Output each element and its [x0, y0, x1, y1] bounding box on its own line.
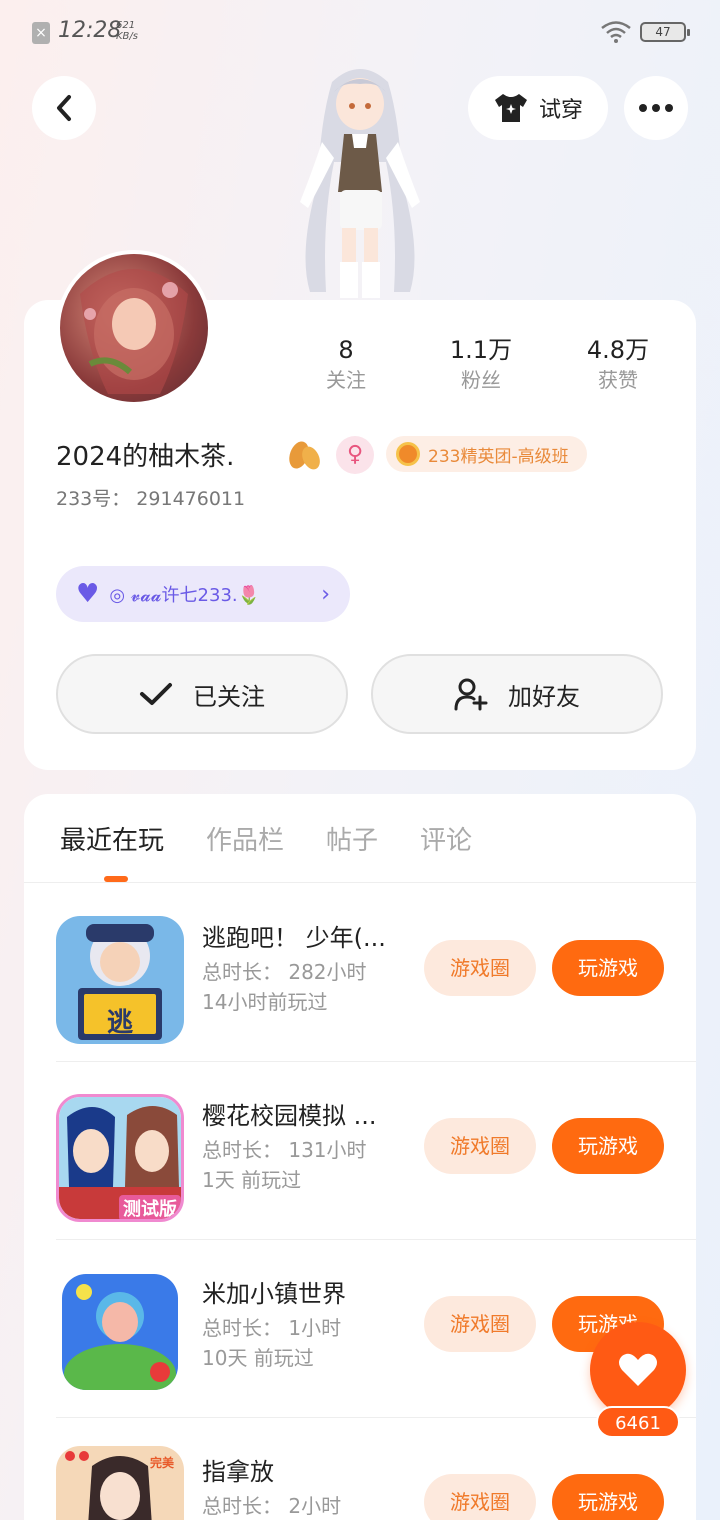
more-button[interactable] [624, 76, 688, 140]
try-on-button[interactable]: 试穿 [468, 76, 608, 140]
game-circle-button[interactable]: 游戏圈 [424, 1118, 536, 1174]
game-icon [62, 1274, 178, 1390]
list-item[interactable]: 逃 逃跑吧！ 少年(... 总时长： 282小时 14小时前玩过 游戏圈 玩游戏 [24, 884, 696, 1062]
add-user-icon [454, 678, 488, 711]
notification-x-icon: × [32, 22, 50, 44]
signature-text: ◎ 𝓿𝓪𝓪许七233.🌷 [109, 585, 261, 606]
stat-followers[interactable]: 1.1万 粉丝 [421, 334, 541, 394]
game-icon: 完美 [56, 1446, 184, 1520]
heart-icon: ♥ [76, 579, 100, 609]
stat-followers-label: 粉丝 [461, 368, 501, 392]
heart-icon [619, 1353, 657, 1386]
game-icon: 逃 [56, 916, 184, 1044]
rank-badge[interactable]: 233精英团-高级班 [386, 436, 587, 472]
check-icon [140, 683, 172, 705]
add-friend-button[interactable]: 加好友 [371, 654, 663, 734]
stat-following-label: 关注 [326, 368, 366, 392]
stat-likes-label: 获赞 [598, 368, 638, 392]
network-speed: 621 KB/s [116, 20, 138, 42]
battery-icon: 47 [640, 22, 690, 42]
game-title: 指拿放 [202, 1458, 274, 1486]
game-icon-text: 逃 [106, 1008, 133, 1038]
game-last-played: 10天 前玩过 [202, 1346, 314, 1370]
add-friend-label: 加好友 [508, 682, 580, 711]
tab-posts[interactable]: 帖子 [326, 820, 378, 860]
stat-likes[interactable]: 4.8万 获赞 [558, 334, 678, 394]
chevron-left-icon [57, 95, 71, 121]
network-speed-value: 621 [116, 20, 136, 31]
game-icon-text: 完美 [150, 1456, 175, 1470]
game-last-played: 1天 前玩过 [202, 1168, 302, 1192]
play-game-button[interactable]: 玩游戏 [552, 1474, 664, 1520]
follow-button[interactable]: 已关注 [56, 654, 348, 734]
username: 2024的柚木茶. [56, 442, 235, 472]
avatar-character-illustration [300, 69, 420, 298]
game-icon: 测试版 [56, 1094, 184, 1222]
like-count: 6461 [596, 1406, 680, 1438]
game-last-played: 14小时前玩过 [202, 990, 328, 1014]
try-on-label: 试穿 [538, 98, 583, 123]
back-button[interactable] [32, 76, 96, 140]
user-id: 233号： 291476011 [56, 488, 246, 510]
game-title: 逃跑吧！ 少年(... [202, 924, 386, 952]
profile-tabs: 最近在玩 作品栏 帖子 评论 [60, 820, 472, 860]
status-time: 12:28 [58, 18, 122, 43]
avatar-picture [80, 269, 188, 394]
play-game-button[interactable]: 玩游戏 [552, 940, 664, 996]
game-title: 樱花校园模拟 ... [202, 1102, 377, 1130]
game-circle-button[interactable]: 游戏圈 [424, 1474, 536, 1520]
avatar[interactable] [56, 250, 212, 406]
stat-following[interactable]: 8 关注 [286, 334, 406, 394]
tab-recently-played[interactable]: 最近在玩 [60, 820, 164, 860]
play-game-button[interactable]: 玩游戏 [552, 1118, 664, 1174]
stat-following-value: 8 [338, 336, 354, 364]
like-button[interactable] [590, 1322, 686, 1418]
tab-comments[interactable]: 评论 [420, 820, 472, 860]
leaf-badge-icon [289, 441, 320, 470]
more-dot-icon [652, 104, 660, 112]
signature-pill[interactable]: ♥ ◎ 𝓿𝓪𝓪许七233.🌷 › [56, 566, 350, 622]
game-circle-button[interactable]: 游戏圈 [424, 1296, 536, 1352]
more-dot-icon [639, 104, 647, 112]
rank-label: 233精英团-高级班 [428, 446, 569, 467]
game-icon-text: 测试版 [119, 1195, 181, 1219]
network-speed-unit: KB/s [116, 31, 138, 42]
game-total-time: 总时长： 282小时 [202, 960, 367, 984]
stat-likes-value: 4.8万 [586, 336, 650, 364]
stat-followers-value: 1.1万 [449, 336, 513, 364]
tabs-divider [24, 882, 696, 883]
rank-medal-icon [396, 442, 420, 466]
wifi-icon [601, 21, 631, 43]
game-total-time: 总时长： 131小时 [202, 1138, 367, 1162]
list-item[interactable]: 完美 指拿放 总时长： 2小时 游戏圈 玩游戏 [24, 1418, 696, 1520]
female-gender-icon: ♀ [336, 436, 374, 474]
game-icon-art [62, 1274, 178, 1390]
game-total-time: 总时长： 1小时 [202, 1316, 342, 1340]
shirt-icon [494, 94, 527, 122]
game-total-time: 总时长： 2小时 [202, 1494, 342, 1518]
list-item[interactable]: 测试版 樱花校园模拟 ... 总时长： 131小时 1天 前玩过 游戏圈 玩游戏 [24, 1062, 696, 1240]
more-dot-icon [665, 104, 673, 112]
game-title: 米加小镇世界 [202, 1280, 346, 1308]
chevron-right-icon: › [321, 581, 330, 607]
tab-works[interactable]: 作品栏 [206, 820, 284, 860]
game-circle-button[interactable]: 游戏圈 [424, 940, 536, 996]
status-bar: × 12:28 621 KB/s 47 [0, 0, 720, 64]
follow-label: 已关注 [193, 682, 265, 711]
